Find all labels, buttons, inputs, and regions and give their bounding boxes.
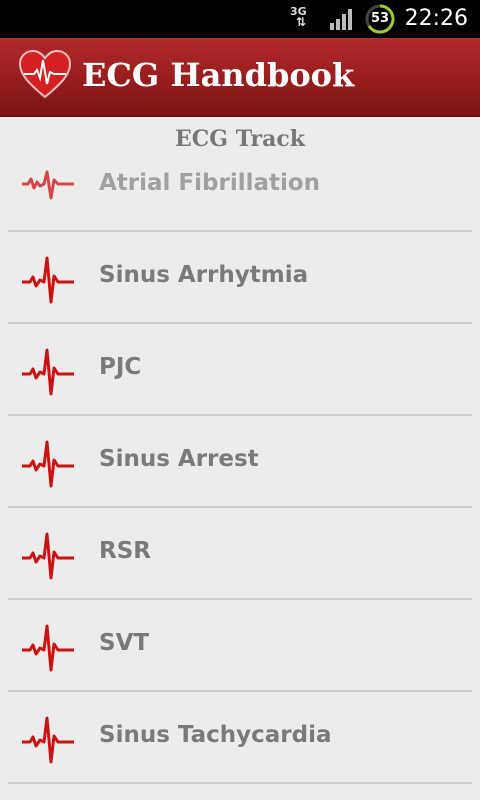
list-item-pjc[interactable]: PJC <box>8 324 472 416</box>
app-title: ECG Handbook <box>82 56 355 94</box>
status-bar: 3G ⇅ 53 22:26 <box>0 0 480 38</box>
list-item-label: RSR <box>99 538 151 564</box>
list-item-rsr[interactable]: RSR <box>8 508 472 600</box>
list-item-sinus-arrest[interactable]: Sinus Arrest <box>8 416 472 508</box>
app-bar: ECG Handbook <box>0 38 480 117</box>
ecg-wave-icon <box>22 348 74 396</box>
clock: 22:26 <box>404 6 468 31</box>
ecg-wave-icon <box>22 170 74 200</box>
signal-strength-icon <box>330 9 352 30</box>
list-item-label: SVT <box>99 630 150 656</box>
network-indicator: 3G ⇅ <box>290 6 320 32</box>
ecg-wave-icon <box>22 256 74 304</box>
list-item-label: Sinus Arrhytmia <box>99 262 309 288</box>
ecg-wave-icon <box>22 440 74 488</box>
heart-ecg-icon[interactable] <box>18 50 72 100</box>
list-item-label: Sinus Tachycardia <box>99 722 332 748</box>
data-activity-icon: ⇅ <box>296 15 306 29</box>
list-item-atrial-fibrillation[interactable]: Atrial Fibrillation <box>8 142 472 232</box>
list-item-label: PJC <box>99 354 142 380</box>
list-item-label: Atrial Fibrillation <box>99 170 321 196</box>
ecg-wave-icon <box>22 532 74 580</box>
list-item-svt[interactable]: SVT <box>8 600 472 692</box>
battery-level: 53 <box>370 11 390 26</box>
list-item-sinus-arrhytmia[interactable]: Sinus Arrhytmia <box>8 232 472 324</box>
list-item-label: Sinus Arrest <box>99 446 259 472</box>
ecg-wave-icon <box>22 716 74 764</box>
list-item-sinus-tachycardia[interactable]: Sinus Tachycardia <box>8 692 472 784</box>
ecg-wave-icon <box>22 624 74 672</box>
